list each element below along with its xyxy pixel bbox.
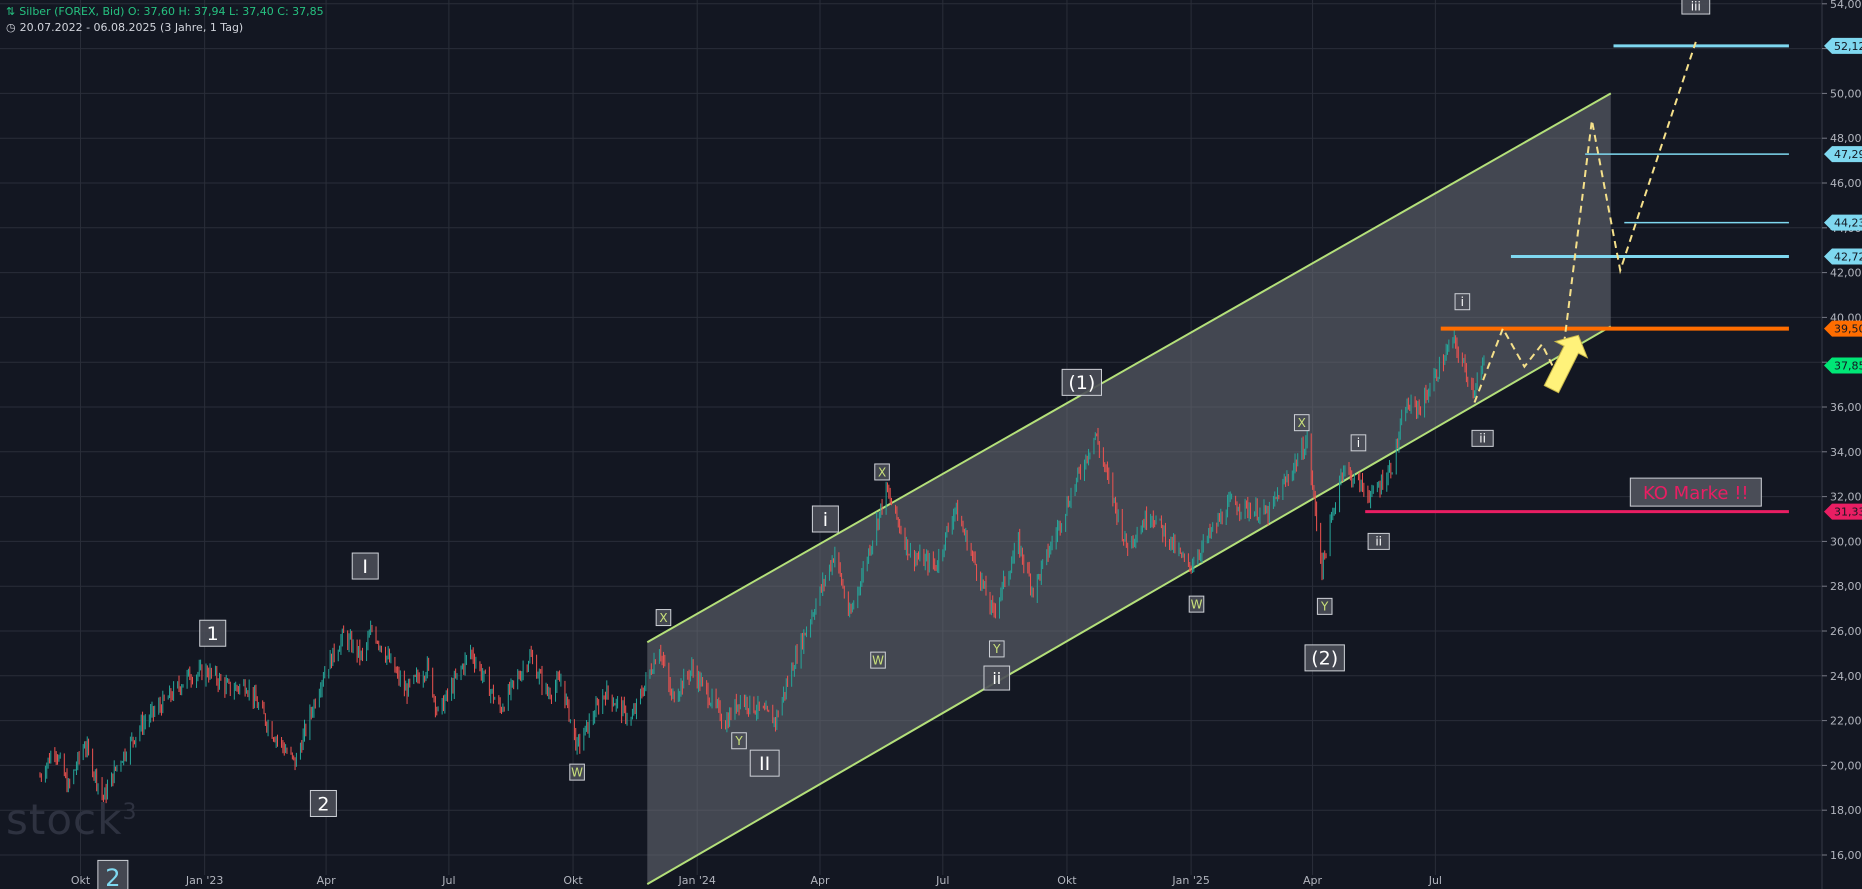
price-tag-text: 39,50 <box>1834 323 1862 336</box>
y-tick-label: 16,00 <box>1830 849 1862 862</box>
price-tag-text: 47,29 <box>1834 148 1862 161</box>
y-tick-label: 50,00 <box>1830 87 1862 100</box>
y-tick-label: 32,00 <box>1830 491 1862 504</box>
y-tick-label: 46,00 <box>1830 177 1862 190</box>
wave-label: i <box>811 505 839 533</box>
x-tick-label: Apr <box>1303 874 1323 887</box>
y-tick-label: 28,00 <box>1830 580 1862 593</box>
wave-label-text: 1 <box>207 623 219 645</box>
wave-label: iii <box>1681 0 1711 15</box>
price-tag-text: 52,12 <box>1834 40 1862 53</box>
price-tag: 47,29 <box>1824 146 1862 163</box>
y-axis: 16,00 18,00 20,00 22,00 24,00 26,00 28,00 30,00… <box>1821 0 1862 889</box>
wave-label-text: X <box>659 611 667 625</box>
ko-annotation-text: KO Marke !! <box>1643 483 1749 504</box>
x-tick-label: Jul <box>935 874 949 887</box>
price-tag: 44,23 <box>1824 214 1862 231</box>
wave-label-text: W <box>872 653 884 667</box>
wave-label: I <box>351 552 379 580</box>
wave-label-text: (1) <box>1068 372 1095 394</box>
wave-label-text: X <box>1298 416 1306 430</box>
price-tag: 39,50 <box>1824 320 1862 337</box>
wave-label: 2 <box>97 859 129 889</box>
y-tick-label: 54,00 <box>1830 0 1862 11</box>
wave-label: ii <box>1367 532 1390 550</box>
symbol-header: ⇅ Silber (FOREX, Bid) O: 37,60 H: 37,94 L… <box>6 5 324 18</box>
wave-label-text: i <box>1357 436 1360 450</box>
symbol-ohlc-text: Silber (FOREX, Bid) O: 37,60 H: 37,94 L:… <box>19 5 324 18</box>
date-range-text: 20.07.2022 - 06.08.2025 (3 Jahre, 1 Tag) <box>19 21 244 34</box>
wave-label-text: (2) <box>1311 648 1338 670</box>
wave-label: i <box>1350 434 1367 452</box>
price-tag: 37,85 <box>1824 357 1862 374</box>
x-tick-label: Okt <box>1057 874 1077 887</box>
y-tick-label: 20,00 <box>1830 759 1862 772</box>
wave-label: ii <box>1471 429 1494 447</box>
price-tag-text: 37,85 <box>1834 360 1862 373</box>
wave-label: W <box>870 651 886 669</box>
stock3-logo: stock3 <box>6 795 138 844</box>
wave-label: II <box>749 749 780 777</box>
wave-label-text: ii <box>1375 535 1382 549</box>
wave-label: 1 <box>199 619 227 647</box>
wave-label-text: 2 <box>105 864 120 889</box>
price-tag: 52,12 <box>1824 37 1862 54</box>
wave-label: (2) <box>1304 644 1345 672</box>
price-tag: 31,33 <box>1824 503 1862 520</box>
wave-label-text: Y <box>992 642 1001 656</box>
wave-label: X <box>1293 414 1310 432</box>
price-tag-text: 44,23 <box>1834 217 1862 230</box>
x-tick-label: Okt <box>563 874 583 887</box>
wave-label: Y <box>988 640 1005 658</box>
wave-label-text: Y <box>734 734 743 748</box>
price-tag-text: 31,33 <box>1834 506 1862 519</box>
wave-label: W <box>1188 595 1205 613</box>
range-header: ◷ 20.07.2022 - 06.08.2025 (3 Jahre, 1 Tag… <box>6 21 243 34</box>
y-tick-label: 34,00 <box>1830 446 1862 459</box>
wave-label-text: 2 <box>317 793 329 815</box>
price-tag-text: 42,72 <box>1834 250 1862 263</box>
wave-label-text: I <box>362 556 368 578</box>
x-tick-label: Jul <box>441 874 455 887</box>
wave-label-text: ii <box>1479 432 1486 446</box>
price-tag: 42,72 <box>1824 248 1862 265</box>
x-tick-label: Jan '24 <box>677 874 715 887</box>
x-tick-label: Jan '25 <box>1171 874 1209 887</box>
price-chart[interactable]: 122IIIiii(1)(2)XWYXWYWXYiiiiiiiiiKO Mark… <box>0 0 1862 889</box>
wave-label: 2 <box>309 789 337 817</box>
wave-label: (1) <box>1061 368 1102 396</box>
wave-label: Y <box>1316 597 1333 615</box>
x-tick-label: Okt <box>71 874 91 887</box>
wave-label: X <box>655 609 672 627</box>
x-tick-label: Jul <box>1428 874 1442 887</box>
wave-label-text: iii <box>1691 0 1701 13</box>
y-tick-label: 22,00 <box>1830 715 1862 728</box>
wave-label: X <box>874 463 890 481</box>
wave-label: Y <box>731 732 747 750</box>
y-tick-label: 24,00 <box>1830 670 1862 683</box>
wave-label-text: II <box>759 753 770 775</box>
ko-annotation: KO Marke !! <box>1629 477 1762 507</box>
wave-label: i <box>1454 293 1471 311</box>
x-tick-label: Apr <box>810 874 830 887</box>
y-tick-label: 42,00 <box>1830 267 1862 280</box>
y-tick-label: 18,00 <box>1830 804 1862 817</box>
clock-icon: ◷ <box>6 21 16 34</box>
wave-label-text: Y <box>1320 600 1329 614</box>
wave-label-text: i <box>823 509 828 531</box>
wave-label-text: W <box>1191 597 1203 611</box>
x-tick-label: Jan '23 <box>185 874 223 887</box>
candles-icon: ⇅ <box>6 5 16 18</box>
wave-label-text: ii <box>992 669 1001 688</box>
x-tick-label: Apr <box>317 874 337 887</box>
wave-label-text: i <box>1461 295 1464 309</box>
wave-label: W <box>569 763 585 781</box>
wave-label: ii <box>983 665 1011 691</box>
wave-label-text: X <box>878 465 886 479</box>
y-tick-label: 36,00 <box>1830 401 1862 414</box>
y-tick-label: 30,00 <box>1830 535 1862 548</box>
y-tick-label: 26,00 <box>1830 625 1862 638</box>
y-tick-label: 48,00 <box>1830 132 1862 145</box>
wave-label-text: W <box>571 765 583 779</box>
